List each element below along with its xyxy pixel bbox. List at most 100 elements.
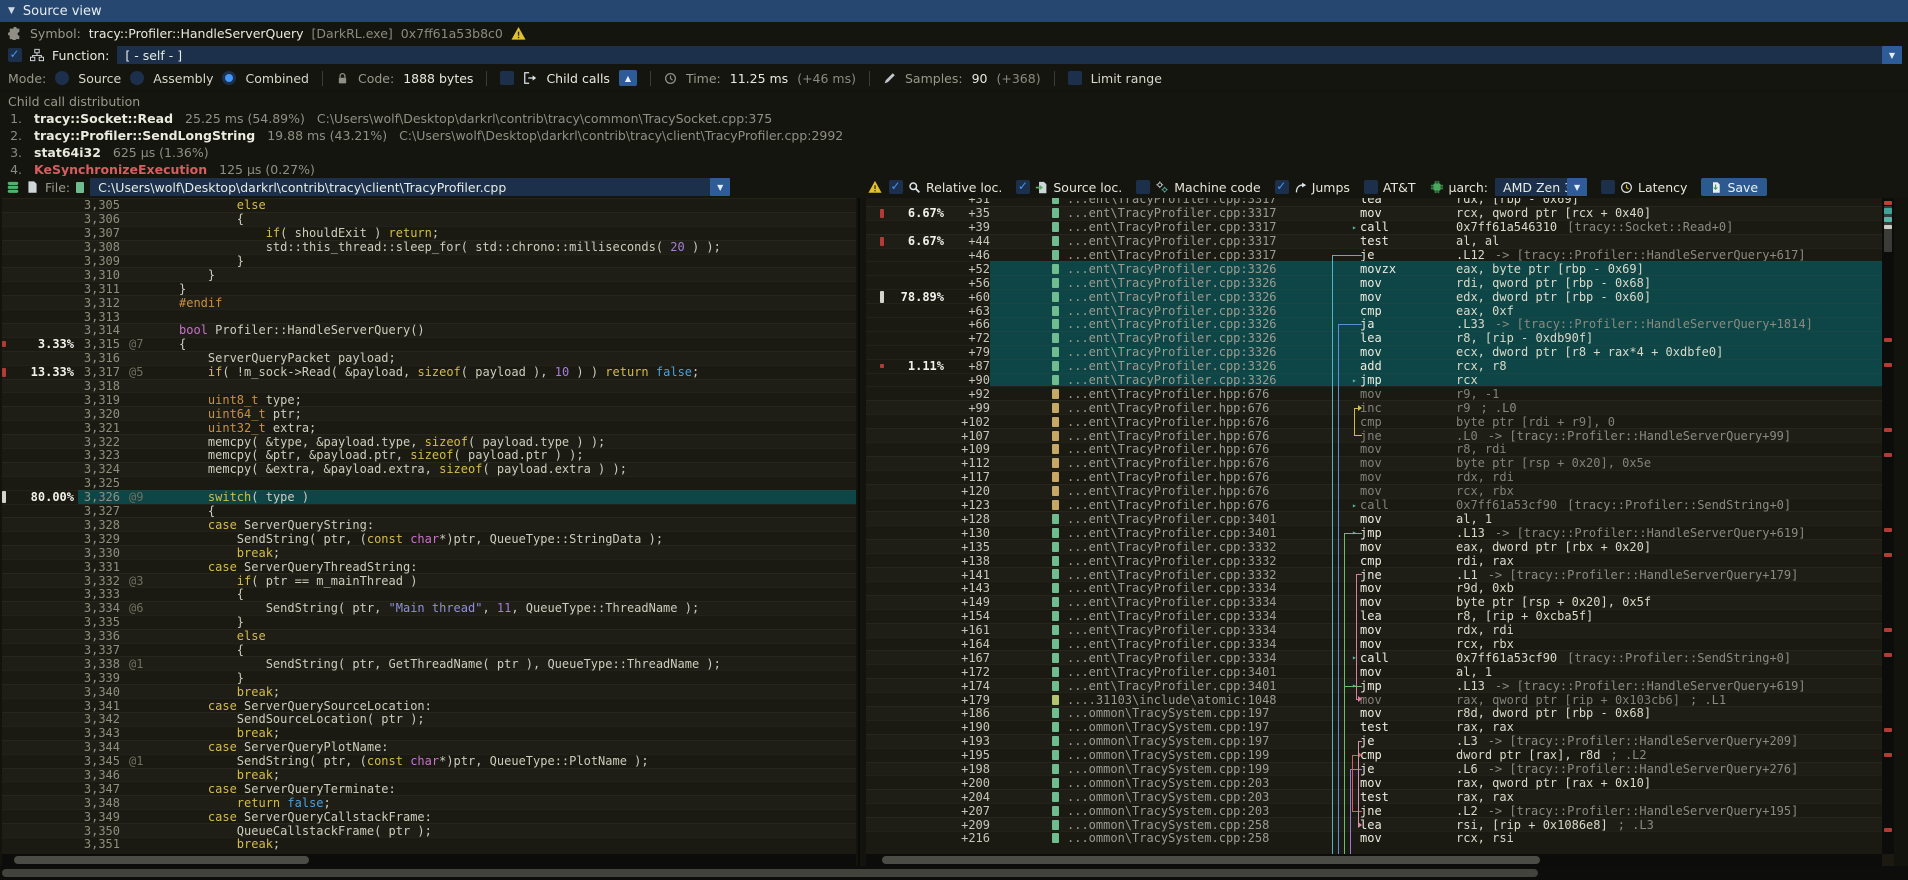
source-line-row[interactable]: 3,305 else: [2, 198, 856, 212]
window-hscrollbar[interactable]: [0, 866, 1908, 880]
asm-source-location[interactable]: ...ent\TracyProfiler.hpp:676: [1067, 498, 1325, 512]
asm-source-location[interactable]: ...ent\TracyProfiler.hpp:676: [1067, 401, 1325, 415]
child-calls-checkbox[interactable]: [500, 71, 514, 85]
source-line-row[interactable]: 3,345 @1 SendString( ptr, (const char*)p…: [2, 754, 856, 768]
asm-row[interactable]: +204 ...ommon\TracySystem.cpp:203 test r…: [866, 789, 1894, 803]
source-line-row[interactable]: 3,322 memcpy( &type, &payload.type, size…: [2, 434, 856, 448]
asm-row[interactable]: +198 ...ommon\TracySystem.cpp:199 je .L6…: [866, 762, 1894, 776]
source-line-row[interactable]: 3,327 {: [2, 504, 856, 518]
asm-row[interactable]: +112 ...ent\TracyProfiler.hpp:676 mov by…: [866, 456, 1894, 470]
asm-row[interactable]: +56 ...ent\TracyProfiler.cpp:3326 mov rd…: [866, 275, 1894, 289]
source-line-row[interactable]: 3,323 memcpy( &ptr, &payload.ptr, sizeof…: [2, 448, 856, 462]
asm-row[interactable]: +63 ...ent\TracyProfiler.cpp:3326 cmp ea…: [866, 303, 1894, 317]
asm-source-location[interactable]: ...ent\TracyProfiler.cpp:3326: [1067, 290, 1325, 304]
asm-row[interactable]: +99 ...ent\TracyProfiler.hpp:676 inc r9 …: [866, 400, 1894, 414]
asm-source-location[interactable]: ...ent\TracyProfiler.cpp:3326: [1067, 373, 1325, 387]
child-call-item[interactable]: 3. stat64i32 625 µs (1.36%): [0, 144, 1908, 161]
asm-source-location[interactable]: ...ent\TracyProfiler.cpp:3326: [1067, 359, 1325, 373]
asm-row[interactable]: +190 ...ommon\TracySystem.cpp:197 test r…: [866, 720, 1894, 734]
asm-source-location[interactable]: ...ent\TracyProfiler.cpp:3334: [1067, 595, 1325, 609]
source-line-row[interactable]: 3,329 SendString( ptr, (const char*)ptr,…: [2, 531, 856, 545]
source-line-row[interactable]: 3,341 case ServerQuerySourceLocation:: [2, 698, 856, 712]
source-line-row[interactable]: 3,316 ServerQueryPacket payload;: [2, 351, 856, 365]
scrollbar-thumb[interactable]: [14, 856, 309, 864]
asm-row[interactable]: +209 ...ommon\TracySystem.cpp:258 lea rs…: [866, 817, 1894, 831]
asm-source-location[interactable]: ...ent\TracyProfiler.cpp:3401: [1067, 512, 1325, 526]
asm-row[interactable]: +31 ...ent\TracyProfiler.cpp:3317 lea rd…: [866, 198, 1894, 206]
asm-source-location[interactable]: ...ommon\TracySystem.cpp:258: [1067, 831, 1325, 845]
function-select[interactable]: [ - self - ] ▼: [117, 46, 1902, 64]
asm-source-location[interactable]: ...ent\TracyProfiler.cpp:3317: [1067, 220, 1325, 234]
source-line-row[interactable]: 3,340 break;: [2, 684, 856, 698]
asm-source-location[interactable]: ...ommon\TracySystem.cpp:199: [1067, 762, 1325, 776]
asm-row[interactable]: +195 ...ommon\TracySystem.cpp:199 cmp dw…: [866, 748, 1894, 762]
asm-row[interactable]: +141 ...ent\TracyProfiler.cpp:3332 jne .…: [866, 567, 1894, 581]
asm-row[interactable]: +216 ...ommon\TracySystem.cpp:258 mov rc…: [866, 831, 1894, 845]
asm-source-location[interactable]: ...ommon\TracySystem.cpp:197: [1067, 706, 1325, 720]
asm-source-location[interactable]: ...ommon\TracySystem.cpp:203: [1067, 790, 1325, 804]
asm-row[interactable]: +149 ...ent\TracyProfiler.cpp:3334 mov b…: [866, 595, 1894, 609]
caret-up-button[interactable]: ▲: [619, 70, 637, 86]
source-line-row[interactable]: 3,333 {: [2, 587, 856, 601]
uarch-select[interactable]: AMD Zen 3 ▼: [1495, 178, 1587, 196]
att-checkbox[interactable]: [1364, 180, 1378, 194]
asm-row[interactable]: +46 ...ent\TracyProfiler.cpp:3317 je .L1…: [866, 248, 1894, 262]
asm-row[interactable]: +92 ...ent\TracyProfiler.hpp:676 mov r9,…: [866, 386, 1894, 400]
source-line-row[interactable]: 3,339 }: [2, 670, 856, 684]
asm-row[interactable]: 1.11% +87 ...ent\TracyProfiler.cpp:3326 …: [866, 359, 1894, 373]
asm-row[interactable]: +164 ...ent\TracyProfiler.cpp:3334 mov r…: [866, 637, 1894, 651]
asm-row[interactable]: +39 ...ent\TracyProfiler.cpp:3317 ▸ call…: [866, 220, 1894, 234]
asm-source-location[interactable]: ...ommon\TracySystem.cpp:197: [1067, 734, 1325, 748]
asm-source-location[interactable]: ...ent\TracyProfiler.hpp:676: [1067, 484, 1325, 498]
source-line-row[interactable]: 3,324 memcpy( &extra, &payload.extra, si…: [2, 462, 856, 476]
source-line-row[interactable]: 3,348 return false;: [2, 795, 856, 809]
source-line-row[interactable]: 3,336 else: [2, 629, 856, 643]
source-line-row[interactable]: 3,338 @1 SendString( ptr, GetThreadName(…: [2, 656, 856, 670]
source-line-row[interactable]: 3,331 case ServerQueryThreadString:: [2, 559, 856, 573]
asm-source-location[interactable]: ...ent\TracyProfiler.cpp:3401: [1067, 679, 1325, 693]
asm-source-location[interactable]: ...ent\TracyProfiler.cpp:3334: [1067, 651, 1325, 665]
title-bar[interactable]: ▼ Source view: [0, 0, 1908, 22]
machine-code-checkbox[interactable]: [1136, 180, 1150, 194]
panel-divider[interactable]: [858, 198, 860, 866]
source-line-row[interactable]: 3,328 case ServerQueryString:: [2, 517, 856, 531]
asm-source-location[interactable]: ...ommon\TracySystem.cpp:197: [1067, 720, 1325, 734]
asm-row[interactable]: +120 ...ent\TracyProfiler.hpp:676 mov rc…: [866, 484, 1894, 498]
asm-source-location[interactable]: ...ent\TracyProfiler.cpp:3326: [1067, 276, 1325, 290]
asm-row[interactable]: +143 ...ent\TracyProfiler.cpp:3334 mov r…: [866, 581, 1894, 595]
asm-row[interactable]: +66 ...ent\TracyProfiler.cpp:3326 ja .L3…: [866, 317, 1894, 331]
source-line-row[interactable]: 3,319 uint8_t type;: [2, 392, 856, 406]
source-line-row[interactable]: 80.00% 3,326 @9 switch( type ): [2, 490, 856, 504]
asm-row[interactable]: 6.67% +44 ...ent\TracyProfiler.cpp:3317 …: [866, 234, 1894, 248]
asm-row[interactable]: 6.67% +35 ...ent\TracyProfiler.cpp:3317 …: [866, 206, 1894, 220]
jumps-checkbox[interactable]: [1275, 180, 1289, 194]
source-line-row[interactable]: 3,346 break;: [2, 768, 856, 782]
asm-source-location[interactable]: ...ent\TracyProfiler.hpp:676: [1067, 470, 1325, 484]
asm-source-location[interactable]: ...ent\TracyProfiler.cpp:3317: [1067, 248, 1325, 262]
asm-source-location[interactable]: ...ent\TracyProfiler.cpp:3334: [1067, 609, 1325, 623]
child-call-item[interactable]: 2. tracy::Profiler::SendLongString 19.88…: [0, 127, 1908, 144]
function-checkbox[interactable]: [8, 48, 22, 62]
source-line-row[interactable]: 3,310 }: [2, 267, 856, 281]
source-line-row[interactable]: 3,347 case ServerQueryTerminate:: [2, 781, 856, 795]
asm-source-location[interactable]: ...ent\TracyProfiler.cpp:3326: [1067, 345, 1325, 359]
asm-source-location[interactable]: ...ent\TracyProfiler.cpp:3401: [1067, 526, 1325, 540]
asm-row[interactable]: 78.89% +60 ...ent\TracyProfiler.cpp:3326…: [866, 289, 1894, 303]
source-line-row[interactable]: 3,307 if( shouldExit ) return;: [2, 226, 856, 240]
latency-checkbox[interactable]: [1601, 180, 1615, 194]
mode-radio-combined[interactable]: [222, 71, 236, 85]
asm-row[interactable]: +186 ...ommon\TracySystem.cpp:197 mov r8…: [866, 706, 1894, 720]
asm-source-location[interactable]: ...ent\TracyProfiler.cpp:3332: [1067, 540, 1325, 554]
asm-row[interactable]: +138 ...ent\TracyProfiler.cpp:3332 cmp r…: [866, 553, 1894, 567]
asm-row[interactable]: +52 ...ent\TracyProfiler.cpp:3326 movzx …: [866, 261, 1894, 275]
save-button[interactable]: Save: [1701, 178, 1767, 196]
asm-source-location[interactable]: ....31103\include\atomic:1048: [1067, 693, 1325, 707]
asm-row[interactable]: +172 ...ent\TracyProfiler.cpp:3401 mov a…: [866, 664, 1894, 678]
limit-range-checkbox[interactable]: [1068, 71, 1082, 85]
source-line-row[interactable]: 3,350 QueueCallstackFrame( ptr );: [2, 823, 856, 837]
asm-row[interactable]: +193 ...ommon\TracySystem.cpp:197 je .L3…: [866, 734, 1894, 748]
source-line-row[interactable]: 3,309 }: [2, 254, 856, 268]
asm-source-location[interactable]: ...ent\TracyProfiler.cpp:3326: [1067, 304, 1325, 318]
asm-row[interactable]: +207 ...ommon\TracySystem.cpp:203 jne .L…: [866, 803, 1894, 817]
source-line-row[interactable]: 3,344 case ServerQueryPlotName:: [2, 740, 856, 754]
